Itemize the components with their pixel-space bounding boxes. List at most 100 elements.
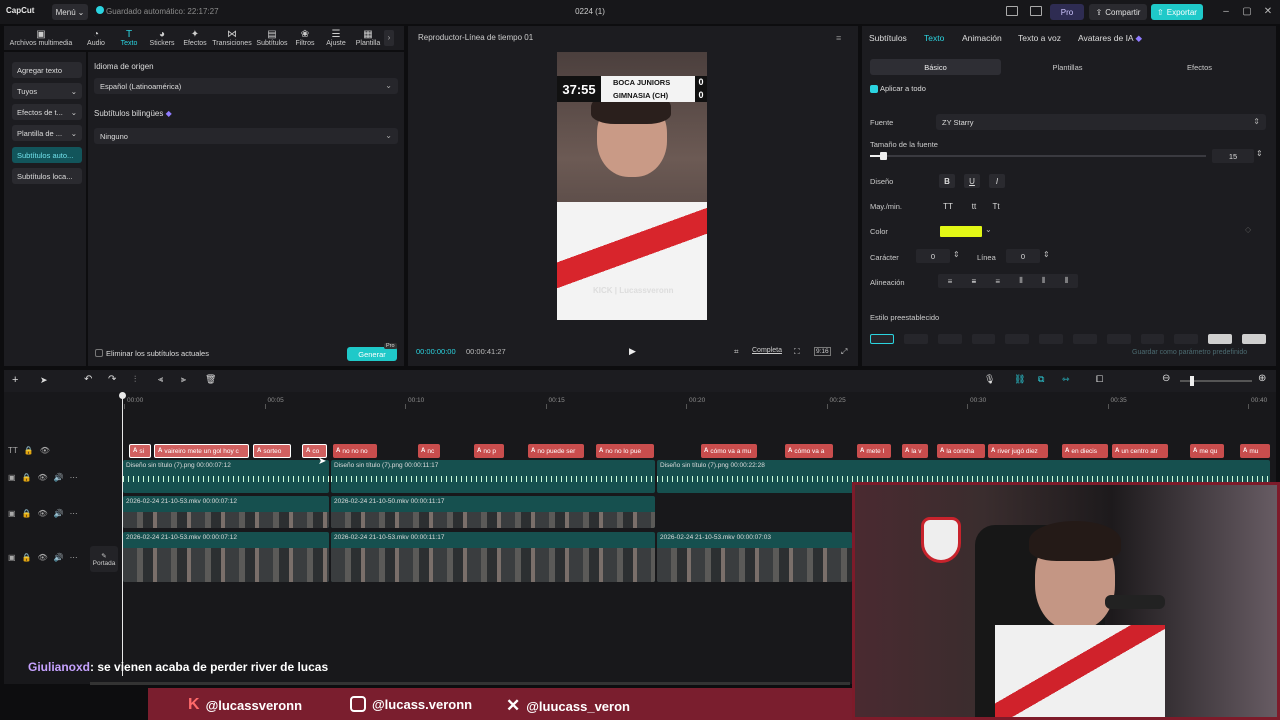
lock-icon[interactable]: 🔒 <box>22 473 32 482</box>
subtitle-clip[interactable]: Ala v <box>902 444 928 458</box>
character-spacing-input[interactable]: 0 <box>916 249 950 263</box>
list-icon[interactable] <box>1030 6 1042 16</box>
underline-button[interactable]: U <box>964 174 980 188</box>
subtitle-clip[interactable]: Acómo va a <box>785 444 833 458</box>
undo-icon[interactable]: ↶ <box>84 374 92 385</box>
subtitle-clip[interactable]: Ano puede ser <box>528 444 584 458</box>
subtitle-clip[interactable]: Ariver jugó diez <box>988 444 1048 458</box>
stepper-icon[interactable]: ⇕ <box>1256 149 1263 158</box>
eye-icon[interactable]: 👁 <box>38 553 48 562</box>
align-left-icon[interactable]: ≡ <box>948 277 953 286</box>
ratio-select[interactable]: 9:16 <box>814 347 831 356</box>
lock-icon[interactable]: 🔒 <box>22 553 32 562</box>
main-clip[interactable]: 2026-02-24 21-10-53.mkv 00:00:11:17 <box>331 532 655 582</box>
crop-icon[interactable]: ⌗ <box>734 347 739 357</box>
tab-filters[interactable]: ❀ Filtros <box>290 26 320 50</box>
subtab-templates[interactable]: Plantillas <box>1002 59 1133 75</box>
sidebar-item-auto-captions[interactable]: Subtítulos auto... <box>12 147 82 163</box>
magnet-icon[interactable]: ⧉ <box>1038 374 1044 385</box>
lock-icon[interactable]: 🔒 <box>24 446 34 455</box>
font-size-input[interactable]: 15 <box>1212 149 1254 163</box>
stepper-icon[interactable]: ⇕ <box>953 250 960 259</box>
trim-left-icon[interactable]: ⫷ <box>158 374 163 385</box>
menu-icon[interactable]: ≡ <box>836 33 841 43</box>
cover-button[interactable]: ✎ Portada <box>90 546 118 572</box>
source-language-select[interactable]: Español (Latinoamérica) ⌄ <box>94 78 398 94</box>
zoom-slider-handle[interactable] <box>1190 376 1194 386</box>
split-icon[interactable]: ⫶ <box>134 374 136 385</box>
preset-style[interactable] <box>903 334 928 344</box>
tab-template[interactable]: ▦ Plantilla <box>352 26 384 50</box>
lowercase-button[interactable]: tt <box>966 199 982 213</box>
playhead[interactable] <box>122 394 123 676</box>
preset-style[interactable] <box>1039 334 1063 344</box>
bilingual-select[interactable]: Ninguno ⌄ <box>94 128 398 144</box>
font-size-slider-handle[interactable] <box>880 152 887 160</box>
sidebar-item-add-text[interactable]: Agregar texto <box>12 62 82 78</box>
subtitle-clip[interactable]: Avaireiro mete un gol hoy c <box>154 444 249 458</box>
video-clip[interactable]: 2026-02-24 21-10-53.mkv 00:00:07:12 <box>123 496 329 528</box>
zoom-out-icon[interactable]: ⊖ <box>1162 373 1170 384</box>
preset-style[interactable] <box>1106 334 1131 344</box>
subtitle-clip[interactable]: Ala concha <box>937 444 985 458</box>
preset-style[interactable] <box>971 334 996 344</box>
subtitle-clip[interactable]: Ano p <box>474 444 504 458</box>
preset-style[interactable] <box>1242 334 1266 344</box>
subtab-effects[interactable]: Efectos <box>1134 59 1265 75</box>
fit-icon[interactable]: ⛶ <box>794 347 800 357</box>
align-middle-icon[interactable]: ⦀ <box>1042 276 1046 286</box>
more-icon[interactable]: ⋯ <box>70 473 78 482</box>
tab-adjust[interactable]: ☰ Ajuste <box>320 26 352 50</box>
preset-style[interactable] <box>1072 334 1097 344</box>
main-clip[interactable]: 2026-02-24 21-10-53.mkv 00:00:07:03 <box>657 532 852 582</box>
subtitle-clip[interactable]: Amete l <box>857 444 891 458</box>
overlay-clip[interactable]: Diseño sin título (7).png 00:00:11:17 <box>331 460 655 493</box>
export-button[interactable]: ⇧ Exportar <box>1151 4 1203 20</box>
tab-media[interactable]: ▣ Archivos multimedia <box>4 26 78 50</box>
share-button[interactable]: ⇪ Compartir <box>1089 4 1147 20</box>
caption-track-icon[interactable]: ⧠ <box>1096 374 1103 385</box>
clear-captions-checkbox[interactable] <box>95 349 103 357</box>
speaker-icon[interactable]: 🔊 <box>54 509 64 518</box>
fullscreen-icon[interactable]: ⤢ <box>841 347 847 357</box>
font-select[interactable]: ZY Starry ⇕ <box>936 114 1266 130</box>
align-right-icon[interactable]: ≡ <box>995 277 1000 286</box>
sidebar-item-text-template[interactable]: Plantilla de ... ⌄ <box>12 125 82 141</box>
tab-effects[interactable]: ✦ Efectos <box>180 26 210 50</box>
eye-icon[interactable]: 👁 <box>38 509 48 518</box>
apply-all-checkbox[interactable] <box>870 85 878 93</box>
maximize-icon[interactable]: ▢ <box>1240 6 1254 17</box>
line-spacing-input[interactable]: 0 <box>1006 249 1040 263</box>
add-icon[interactable]: + <box>12 374 18 386</box>
color-swatch[interactable] <box>940 226 982 237</box>
main-clip[interactable]: 2026-02-24 21-10-53.mkv 00:00:07:12 <box>123 532 329 582</box>
preset-style[interactable] <box>1140 334 1165 344</box>
preset-style[interactable] <box>1174 334 1199 344</box>
tab-transitions[interactable]: ⋈ Transiciones <box>210 26 254 50</box>
minimize-icon[interactable]: – <box>1219 6 1233 17</box>
preview-axis-icon[interactable]: ⇿ <box>1062 374 1070 385</box>
keyframe-icon[interactable]: ◇ <box>1245 225 1251 234</box>
eye-icon[interactable]: 👁 <box>40 446 50 455</box>
subtitle-clip[interactable]: Ano no no <box>333 444 377 458</box>
align-center-icon[interactable]: ≡ <box>972 277 977 286</box>
tab-ai-avatars[interactable]: Avatares de IA ◆ <box>1078 33 1142 44</box>
microphone-icon[interactable]: 🎙 <box>984 374 995 385</box>
preset-style-none[interactable] <box>870 334 894 344</box>
subtitle-clip[interactable]: Amu <box>1240 444 1270 458</box>
speaker-icon[interactable]: 🔊 <box>54 473 64 482</box>
more-icon[interactable]: ⋯ <box>70 509 78 518</box>
subtab-basic[interactable]: Básico <box>870 59 1001 75</box>
subtitle-clip[interactable]: Aun centro atr <box>1112 444 1168 458</box>
sidebar-item-text-effects[interactable]: Efectos de t... ⌄ <box>12 104 82 120</box>
tab-stickers[interactable]: ◕ Stickers <box>144 26 180 50</box>
video-clip[interactable]: 2026-02-24 21-10-50.mkv 00:00:11:17 <box>331 496 655 528</box>
save-preset-button[interactable]: Guardar como parámetro predefinido <box>1132 349 1247 356</box>
close-icon[interactable]: ✕ <box>1261 6 1275 17</box>
subtitle-clip[interactable]: Anc <box>418 444 440 458</box>
playhead-handle[interactable] <box>119 392 126 399</box>
subtitle-clip[interactable]: Ame qu <box>1190 444 1224 458</box>
chevron-down-icon[interactable]: ⌄ <box>985 225 992 234</box>
play-icon[interactable]: ▶ <box>629 346 636 357</box>
preset-style[interactable] <box>1005 334 1030 344</box>
